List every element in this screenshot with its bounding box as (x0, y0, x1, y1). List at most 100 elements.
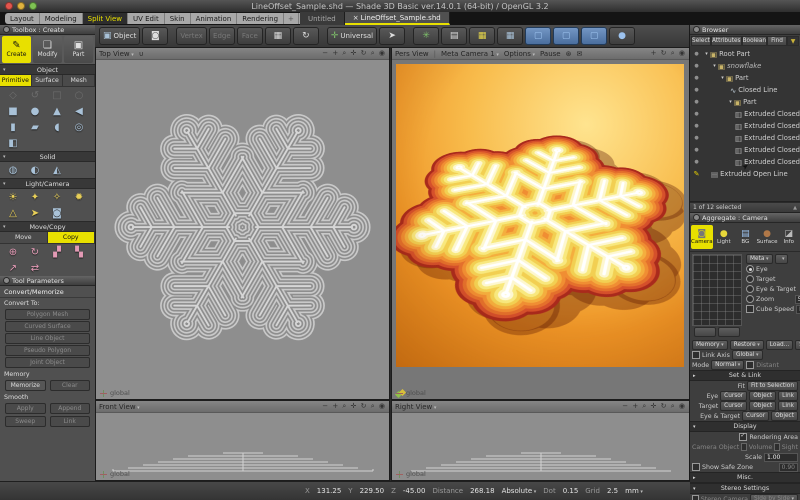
browser-tab-attributes[interactable]: Attributes (711, 36, 742, 46)
options-dropdown[interactable]: Options (504, 50, 535, 58)
tab-move[interactable]: Move (0, 232, 48, 243)
single-view-button[interactable]: ▢ (525, 27, 551, 45)
minimize-window-button[interactable] (17, 2, 25, 10)
tree-row-extruded-closed-3[interactable]: ● ▥ Extruded Closed (690, 132, 800, 144)
tab-animation[interactable]: Animation (191, 13, 238, 24)
convert-joint-object-button[interactable]: Joint Object (5, 357, 90, 368)
eye-target-cursor-button[interactable]: Cursor (742, 411, 769, 421)
smooth-append-button[interactable]: Append (50, 403, 91, 414)
distant-checkbox[interactable] (746, 361, 754, 369)
expander-icon[interactable]: ▾ (719, 75, 726, 81)
load-button[interactable]: Load... (766, 340, 793, 350)
pers-view-controls[interactable]: + ↻ ⌕ ◉ (651, 49, 686, 58)
link-axis-dropdown[interactable]: Global (732, 350, 763, 360)
sphere-tool-icon[interactable]: ● (24, 103, 46, 119)
wireframe-toggle-button[interactable]: ▦ (497, 27, 523, 45)
visibility-dot[interactable]: ● (690, 75, 703, 81)
zoom-radio[interactable] (746, 295, 754, 303)
front-view-controls[interactable]: − + ⌕ ✛ ↻ ⌕ ◉ (322, 402, 386, 411)
spotlight-tool-icon[interactable]: ✦ (24, 189, 46, 205)
cube-tool-icon[interactable]: ◧ (2, 135, 24, 151)
camera-view-button[interactable]: ◙ (142, 27, 168, 45)
save-button[interactable]: Save... (795, 340, 800, 350)
volume-checkbox[interactable] (741, 443, 747, 451)
wedge-tool-icon[interactable]: ◀ (68, 103, 90, 119)
template-button[interactable]: ▤ (441, 27, 467, 45)
tab-layout[interactable]: Layout (5, 13, 40, 24)
tree-row-extruded-closed-2[interactable]: ● ▥ Extruded Closed (690, 120, 800, 132)
disc-tool-icon[interactable]: ◖ (46, 119, 68, 135)
safe-zone-checkbox[interactable] (692, 463, 700, 471)
pers-view-title[interactable]: Pers View (395, 50, 429, 58)
camera-trackball[interactable] (692, 254, 742, 326)
shading-mode-button[interactable]: ● (609, 27, 635, 45)
marquee-select-button[interactable]: ▦ (265, 27, 291, 45)
aggregate-tab-surface[interactable]: ● Surface (757, 225, 778, 249)
aggregate-tab-camera[interactable]: ◙ Camera (691, 225, 713, 249)
pers-viewport[interactable]: Pers View | Meta Camera 1 Options Pause … (391, 47, 690, 400)
fit-to-selection-button[interactable]: Fit to Selection (747, 381, 798, 391)
convert-pseudo-polygon-button[interactable]: Pseudo Polygon (5, 345, 90, 356)
magnet-icon[interactable]: ∪ (139, 50, 144, 58)
tree-row-snowflake[interactable]: ● ▾ ▣ snowflake (690, 60, 800, 72)
visibility-dot[interactable]: ● (690, 159, 703, 165)
visibility-dot[interactable]: ● (690, 123, 703, 129)
visibility-dot[interactable]: ● (690, 51, 703, 57)
memorize-button[interactable]: Memorize (5, 380, 46, 391)
mode-dropdown[interactable]: Normal (711, 360, 744, 370)
aggregate-tab-light[interactable]: ● Light (714, 225, 734, 249)
top-view-title[interactable]: Top View (99, 50, 134, 58)
trackball-button-2[interactable] (718, 327, 740, 337)
browser-tab-find[interactable]: Find (767, 36, 787, 46)
close-window-button[interactable] (5, 2, 13, 10)
right-view-title[interactable]: Right View (395, 403, 436, 411)
rounded-cube-tool-icon[interactable]: ■ (2, 103, 24, 119)
visibility-dot[interactable]: ● (690, 147, 703, 153)
doc-tab-active[interactable]: × LineOffset_Sample.shd (345, 12, 450, 25)
tab-split-view[interactable]: Split View (83, 13, 128, 24)
spline-tool-icon[interactable]: ↺ (24, 87, 46, 103)
rotate-view-button[interactable]: ↻ (293, 27, 319, 45)
trackball-button-1[interactable] (694, 327, 716, 337)
solid-half-tool-icon[interactable]: ◐ (24, 162, 46, 178)
duplicate-tool-icon[interactable]: ▚ (68, 244, 90, 260)
aggregate-header[interactable]: Aggregate : Camera (690, 213, 800, 223)
visibility-dot[interactable]: ● (690, 135, 703, 141)
unit-dropdown[interactable]: mm (625, 487, 643, 495)
zoom-value-field[interactable]: 50.0 (795, 295, 800, 304)
cone-tool-icon[interactable]: ▲ (46, 103, 68, 119)
convert-polygon-mesh-button[interactable]: Polygon Mesh (5, 309, 90, 320)
convert-curved-surface-button[interactable]: Curved Surface (5, 321, 90, 332)
tool-parameters-header[interactable]: Tool Parameters (0, 276, 95, 286)
spotlight2-tool-icon[interactable]: ✧ (46, 189, 68, 205)
light-camera-section-header[interactable]: ▾ Light/Camera (0, 178, 95, 189)
expander-icon[interactable]: ▾ (711, 63, 718, 69)
tree-row-extruded-closed-1[interactable]: ● ▥ Extruded Closed (690, 108, 800, 120)
browser-tab-select[interactable]: Select (691, 36, 711, 46)
tab-primitive[interactable]: Primitive (0, 75, 32, 86)
mirror-tool-icon[interactable]: ⇄ (24, 260, 46, 276)
expander-icon[interactable]: ▾ (703, 51, 710, 57)
doc-tab-untitled[interactable]: Untitled (300, 12, 345, 25)
rendering-area-checkbox[interactable] (739, 433, 747, 441)
link-axis-checkbox[interactable] (692, 351, 700, 359)
visibility-dot[interactable]: ● (690, 87, 703, 93)
browser-header[interactable]: Browser (690, 25, 800, 35)
create-mode-button[interactable]: ✎ Create (2, 36, 31, 63)
stereo-mode-dropdown[interactable]: Side by Side (750, 494, 798, 500)
eye-target-object-button[interactable]: Object (771, 411, 798, 421)
eye-object-button[interactable]: Object (749, 391, 776, 401)
object-section-header[interactable]: ▾ Object (0, 64, 95, 75)
filter-funnel-icon[interactable]: ▼ (787, 36, 799, 46)
tab-mesh[interactable]: Mesh (63, 75, 95, 86)
cube-speed-field[interactable]: Fast (796, 305, 800, 314)
aggregate-tab-bg[interactable]: ▤ BG (735, 225, 755, 249)
eye-radio[interactable] (746, 265, 754, 273)
camera-select-dropdown[interactable]: Meta Camera 1 (441, 50, 499, 58)
face-mode-button[interactable]: Face (237, 27, 263, 45)
tree-row-part[interactable]: ● ▾ ▣ Part (690, 72, 800, 84)
oblique-cylinder-tool-icon[interactable]: ▰ (24, 119, 46, 135)
tree-row-root-part[interactable]: ● ▾ ▣ Root Part (690, 48, 800, 60)
workspace-add-button[interactable]: + (284, 13, 299, 24)
safe-zone-field[interactable]: 0.90 (779, 463, 798, 472)
